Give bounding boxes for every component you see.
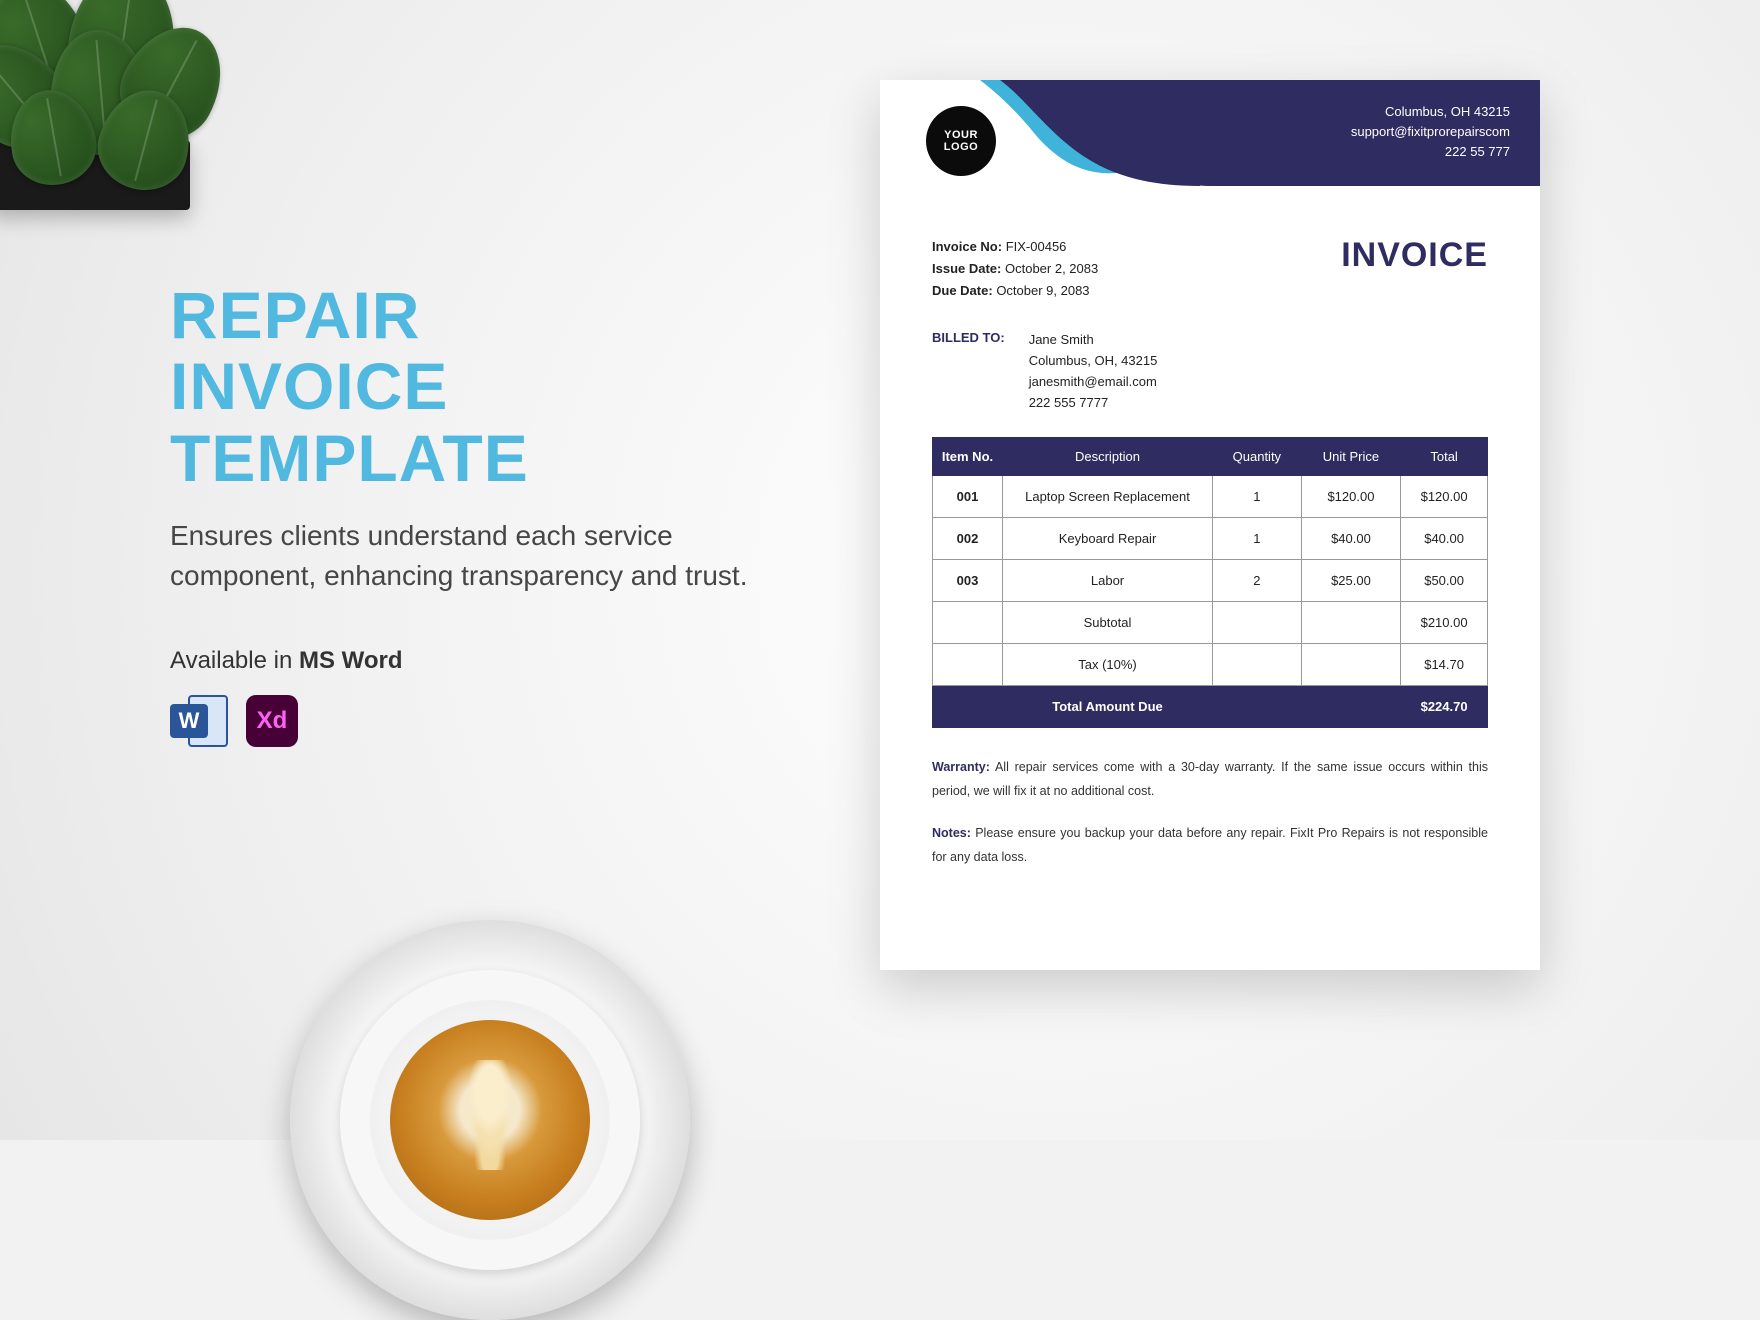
cell-item: 001 xyxy=(933,476,1003,518)
tax-label: Tax (10%) xyxy=(1003,644,1213,686)
due-date: October 9, 2083 xyxy=(996,283,1089,298)
cell-qty: 2 xyxy=(1213,560,1302,602)
due-date-label: Due Date: xyxy=(932,283,993,298)
table-row: 001 Laptop Screen Replacement 1 $120.00 … xyxy=(933,476,1488,518)
latte-art xyxy=(390,1020,590,1220)
th-item: Item No. xyxy=(933,438,1003,476)
cell-price: $120.00 xyxy=(1301,476,1400,518)
subtotal-row: Subtotal $210.00 xyxy=(933,602,1488,644)
template-subtitle: Ensures clients understand each service … xyxy=(170,516,750,597)
logo-placeholder: YOUR LOGO xyxy=(926,106,996,176)
tax-row: Tax (10%) $14.70 xyxy=(933,644,1488,686)
plant-decoration xyxy=(0,0,250,230)
th-price: Unit Price xyxy=(1301,438,1400,476)
coffee-decoration xyxy=(290,920,690,1320)
invoice-document: YOUR LOGO Columbus, OH 43215 support@fix… xyxy=(880,80,1540,970)
cell-desc: Labor xyxy=(1003,560,1213,602)
company-info: Columbus, OH 43215 support@fixitprorepai… xyxy=(1351,102,1510,162)
promo-block: REPAIR INVOICE TEMPLATE Ensures clients … xyxy=(170,280,750,747)
logo-line: LOGO xyxy=(944,141,978,153)
title-line: REPAIR xyxy=(170,280,750,351)
issue-date: October 2, 2083 xyxy=(1005,261,1098,276)
cell-desc: Keyboard Repair xyxy=(1003,518,1213,560)
available-prefix: Available in xyxy=(170,647,299,674)
total-row: Total Amount Due $224.70 xyxy=(933,686,1488,728)
th-qty: Quantity xyxy=(1213,438,1302,476)
table-row: 003 Labor 2 $25.00 $50.00 xyxy=(933,560,1488,602)
format-icons: W Xd xyxy=(170,695,750,747)
invoice-meta: Invoice No: FIX-00456 Issue Date: Octobe… xyxy=(932,236,1098,302)
word-letter: W xyxy=(170,704,208,738)
billed-email: janesmith@email.com xyxy=(1029,372,1158,393)
cell-total: $120.00 xyxy=(1401,476,1488,518)
title-line: TEMPLATE xyxy=(170,423,750,494)
subtotal-value: $210.00 xyxy=(1401,602,1488,644)
tax-value: $14.70 xyxy=(1401,644,1488,686)
invoice-heading: INVOICE xyxy=(1341,236,1488,275)
billed-to: BILLED TO: Jane Smith Columbus, OH, 4321… xyxy=(932,330,1488,413)
cell-price: $25.00 xyxy=(1301,560,1400,602)
billed-to-label: BILLED TO: xyxy=(932,330,1005,413)
title-line: INVOICE xyxy=(170,351,750,422)
ms-word-icon: W xyxy=(170,695,228,747)
invoice-header: YOUR LOGO Columbus, OH 43215 support@fix… xyxy=(880,80,1540,206)
subtotal-label: Subtotal xyxy=(1003,602,1213,644)
invoice-no: FIX-00456 xyxy=(1006,239,1067,254)
warranty-text: Warranty: All repair services come with … xyxy=(932,756,1488,804)
available-in: Available in MS Word xyxy=(170,647,750,675)
notes-text: Notes: Please ensure you backup your dat… xyxy=(932,822,1488,870)
cell-price: $40.00 xyxy=(1301,518,1400,560)
cell-total: $50.00 xyxy=(1401,560,1488,602)
warranty-body: All repair services come with a 30-day w… xyxy=(932,760,1488,798)
cell-qty: 1 xyxy=(1213,476,1302,518)
cell-total: $40.00 xyxy=(1401,518,1488,560)
invoice-body: Invoice No: FIX-00456 Issue Date: Octobe… xyxy=(880,206,1540,869)
company-email: support@fixitprorepairscom xyxy=(1351,122,1510,142)
billed-name: Jane Smith xyxy=(1029,330,1158,351)
company-city: Columbus, OH 43215 xyxy=(1351,102,1510,122)
notes-body: Please ensure you backup your data befor… xyxy=(932,826,1488,864)
warranty-label: Warranty: xyxy=(932,760,990,774)
total-label: Total Amount Due xyxy=(1003,686,1213,728)
total-value: $224.70 xyxy=(1401,686,1488,728)
company-phone: 222 55 777 xyxy=(1351,142,1510,162)
invoice-no-label: Invoice No: xyxy=(932,239,1002,254)
available-format: MS Word xyxy=(299,647,403,674)
issue-date-label: Issue Date: xyxy=(932,261,1001,276)
th-desc: Description xyxy=(1003,438,1213,476)
billed-info: Jane Smith Columbus, OH, 43215 janesmith… xyxy=(1029,330,1158,413)
billed-phone: 222 555 7777 xyxy=(1029,393,1158,414)
table-row: 002 Keyboard Repair 1 $40.00 $40.00 xyxy=(933,518,1488,560)
adobe-xd-icon: Xd xyxy=(246,695,298,747)
notes-label: Notes: xyxy=(932,826,971,840)
logo-line: YOUR xyxy=(944,129,978,141)
cell-item: 002 xyxy=(933,518,1003,560)
th-total: Total xyxy=(1401,438,1488,476)
line-items-table: Item No. Description Quantity Unit Price… xyxy=(932,437,1488,728)
cell-item: 003 xyxy=(933,560,1003,602)
cell-desc: Laptop Screen Replacement xyxy=(1003,476,1213,518)
template-title: REPAIR INVOICE TEMPLATE xyxy=(170,280,750,494)
cell-qty: 1 xyxy=(1213,518,1302,560)
billed-address: Columbus, OH, 43215 xyxy=(1029,351,1158,372)
